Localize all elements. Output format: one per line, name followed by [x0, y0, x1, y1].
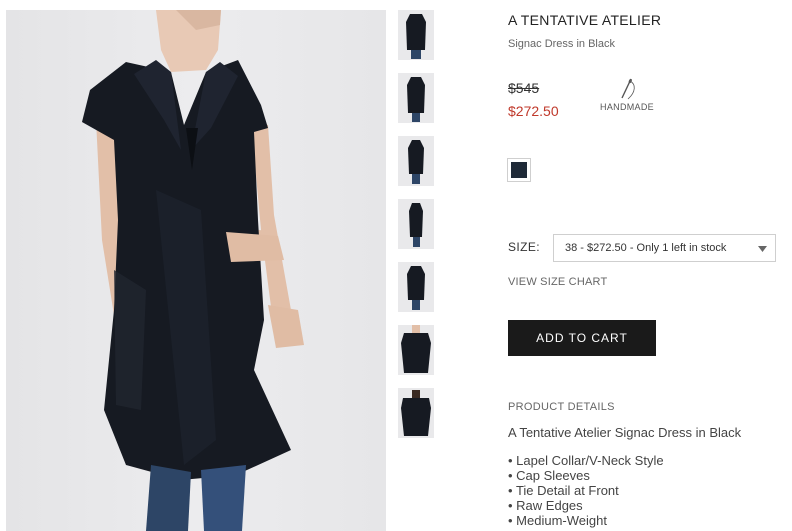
main-product-image[interactable] [6, 10, 386, 531]
chevron-down-icon [758, 246, 767, 252]
thumbnail-4[interactable] [398, 199, 434, 249]
product-details-heading: PRODUCT DETAILS [508, 401, 615, 413]
detail-bullet: Cap Sleeves [508, 468, 664, 483]
detail-bullet: Medium-Weight [508, 513, 664, 528]
dress-photo-illustration [82, 10, 304, 531]
thumbnail-3[interactable] [398, 136, 434, 186]
needle-thread-icon [621, 78, 635, 100]
sale-price: $272.50 [508, 103, 559, 119]
product-name: Signac Dress in Black [508, 38, 615, 50]
add-to-cart-button[interactable]: ADD TO CART [508, 320, 656, 356]
thumbnail-5[interactable] [398, 262, 434, 312]
thumbnail-2[interactable] [398, 73, 434, 123]
view-size-chart-link[interactable]: VIEW SIZE CHART [508, 276, 607, 288]
product-details-title: A Tentative Atelier Signac Dress in Blac… [508, 425, 742, 440]
detail-bullet: Lapel Collar/V-Neck Style [508, 453, 663, 468]
original-price: $545 [508, 80, 540, 96]
handmade-label: HANDMADE [600, 102, 654, 112]
thumbnail-6[interactable] [398, 325, 434, 375]
swatch-color-fill [511, 162, 527, 178]
handmade-badge: HANDMADE [596, 78, 658, 114]
thumbnail-7[interactable] [398, 388, 434, 438]
thumbnail-1[interactable] [398, 10, 434, 60]
size-label: SIZE: [508, 240, 541, 254]
size-select[interactable]: 38 - $272.50 - Only 1 left in stock [553, 234, 776, 262]
color-swatch-black[interactable] [507, 158, 531, 182]
product-details-list: Lapel Collar/V-Neck Style Cap Sleeves Ti… [508, 453, 664, 528]
size-select-value: 38 - $272.50 - Only 1 left in stock [565, 242, 727, 254]
detail-bullet: Tie Detail at Front [508, 483, 664, 498]
detail-bullet: Raw Edges [508, 498, 664, 513]
brand-name: A TENTATIVE ATELIER [508, 12, 662, 28]
